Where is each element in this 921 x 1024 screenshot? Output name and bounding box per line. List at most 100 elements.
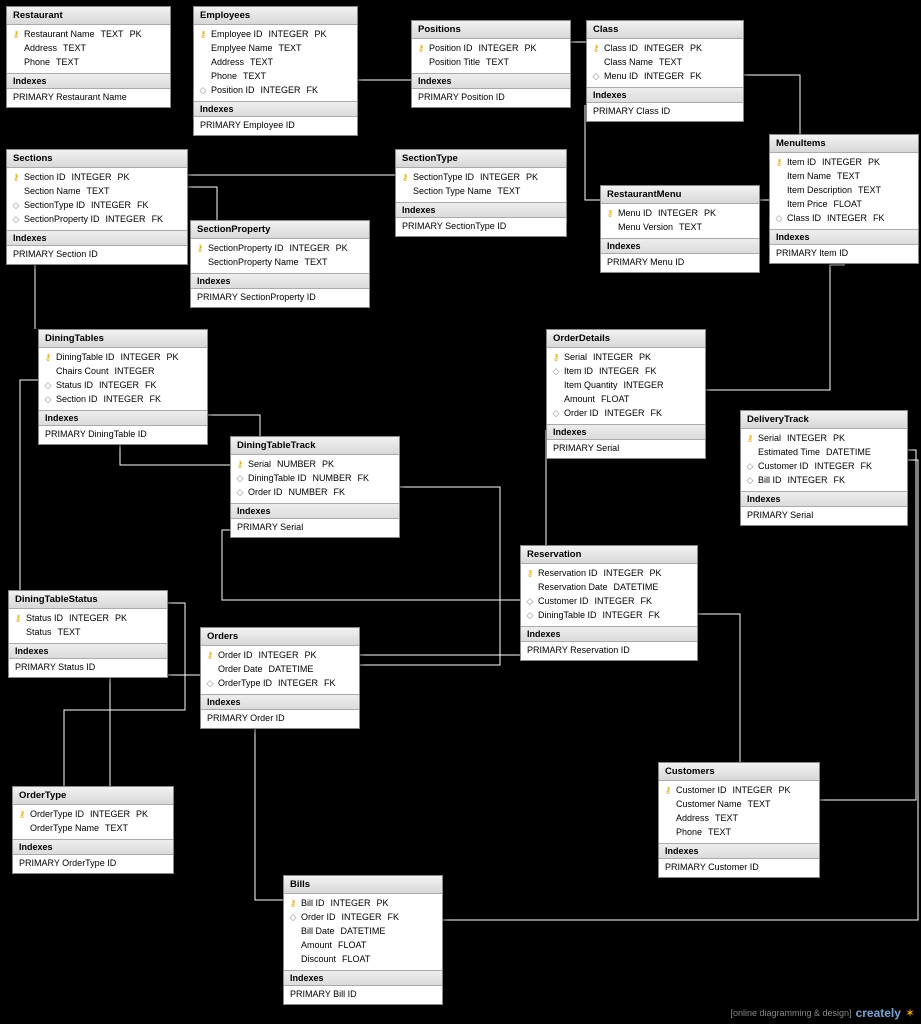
entity-title[interactable]: DeliveryTrack [741, 411, 907, 429]
column-row: PhoneTEXT [659, 825, 819, 839]
column-row: AmountFLOAT [547, 392, 705, 406]
indexes-header: Indexes [191, 274, 369, 289]
column-list: ⚷SerialNUMBERPK◇DiningTable IDNUMBERFK◇O… [231, 455, 399, 503]
foreign-key-icon: ◇ [525, 609, 535, 621]
entity-diningtablestatus[interactable]: DiningTableStatus⚷Status IDINTEGERPKStat… [8, 590, 168, 678]
entity-title[interactable]: MenuItems [770, 135, 918, 153]
entity-title[interactable]: Restaurant [7, 7, 170, 25]
key-icon: ⚷ [605, 207, 615, 219]
entity-diningtabletrack[interactable]: DiningTableTrack⚷SerialNUMBERPK◇DiningTa… [230, 436, 400, 538]
entity-title[interactable]: Sections [7, 150, 187, 168]
entity-title[interactable]: DiningTableTrack [231, 437, 399, 455]
column-type: TEXT [58, 626, 81, 638]
column-name: Item Description [787, 184, 852, 196]
spark-icon: ✶ [905, 1006, 915, 1020]
index-row: PRIMARY SectionProperty ID [191, 289, 369, 307]
column-name: Estimated Time [758, 446, 820, 458]
column-name: Menu ID [604, 70, 638, 82]
index-row: PRIMARY DiningTable ID [39, 426, 207, 444]
column-type: INTEGER [822, 156, 862, 168]
indexes-header: Indexes [412, 74, 570, 89]
entity-title[interactable]: OrderType [13, 787, 173, 805]
column-row: AddressTEXT [7, 41, 170, 55]
column-name: Item ID [564, 365, 593, 377]
index-row: PRIMARY Bill ID [284, 986, 442, 1004]
column-row: ⚷Customer IDINTEGERPK [659, 783, 819, 797]
column-extra: PK [167, 351, 179, 363]
entity-positions[interactable]: Positions⚷Position IDINTEGERPKPosition T… [411, 20, 571, 108]
index-row: PRIMARY Position ID [412, 89, 570, 107]
column-name: Serial [564, 351, 587, 363]
entity-title[interactable]: Bills [284, 876, 442, 894]
column-row: Item QuantityINTEGER [547, 378, 705, 392]
indexes-header: Indexes [284, 971, 442, 986]
column-extra: FK [307, 84, 319, 96]
entity-sections[interactable]: Sections⚷Section IDINTEGERPKSection Name… [6, 149, 188, 265]
foreign-key-icon: ◇ [525, 595, 535, 607]
column-type: INTEGER [815, 460, 855, 472]
index-row: PRIMARY Reservation ID [521, 642, 697, 660]
column-name: Phone [211, 70, 237, 82]
entity-class[interactable]: Class⚷Class IDINTEGERPKClass NameTEXT◇Me… [586, 20, 744, 122]
entity-menuitems[interactable]: MenuItems⚷Item IDINTEGERPKItem NameTEXTI… [769, 134, 919, 264]
entity-ordertype[interactable]: OrderType⚷OrderType IDINTEGERPKOrderType… [12, 786, 174, 874]
entity-title[interactable]: Employees [194, 7, 357, 25]
indexes-header: Indexes [601, 239, 759, 254]
column-name: Address [211, 56, 244, 68]
index-row: PRIMARY Serial [741, 507, 907, 525]
entity-employees[interactable]: Employees⚷Employee IDINTEGERPKEmplyee Na… [193, 6, 358, 136]
column-type: TEXT [87, 185, 110, 197]
entity-title[interactable]: DiningTables [39, 330, 207, 348]
column-row: Menu VersionTEXT [601, 220, 759, 234]
entity-sectiontype[interactable]: SectionType⚷SectionType IDINTEGERPKSecti… [395, 149, 567, 237]
column-type: INTEGER [99, 379, 139, 391]
entity-orderdetails[interactable]: OrderDetails⚷SerialINTEGERPK◇Item IDINTE… [546, 329, 706, 459]
column-name: Order Date [218, 663, 263, 675]
entity-title[interactable]: SectionProperty [191, 221, 369, 239]
index-row: PRIMARY Serial [231, 519, 399, 537]
column-extra: PK [779, 784, 791, 796]
entity-diningtables[interactable]: DiningTables⚷DiningTable IDINTEGERPKChai… [38, 329, 208, 445]
entity-restaurantmenu[interactable]: RestaurantMenu⚷Menu IDINTEGERPKMenu Vers… [600, 185, 760, 273]
column-row: PhoneTEXT [7, 55, 170, 69]
entity-sectionproperty[interactable]: SectionProperty⚷SectionProperty IDINTEGE… [190, 220, 370, 308]
column-type: INTEGER [342, 911, 382, 923]
column-row: ⚷DiningTable IDINTEGERPK [39, 350, 207, 364]
indexes-header: Indexes [7, 74, 170, 89]
entity-title[interactable]: Orders [201, 628, 359, 646]
column-list: ⚷Menu IDINTEGERPKMenu VersionTEXT [601, 204, 759, 238]
indexes-header: Indexes [9, 644, 167, 659]
column-extra: FK [145, 379, 157, 391]
entity-title[interactable]: DiningTableStatus [9, 591, 167, 609]
entity-title[interactable]: Class [587, 21, 743, 39]
column-name: Item Quantity [564, 379, 618, 391]
foreign-key-icon: ◇ [198, 84, 208, 96]
indexes-header: Indexes [587, 88, 743, 103]
column-name: Position ID [211, 84, 255, 96]
column-row: Item DescriptionTEXT [770, 183, 918, 197]
column-extra: FK [649, 609, 661, 621]
entity-title[interactable]: Customers [659, 763, 819, 781]
entity-bills[interactable]: Bills⚷Bill IDINTEGERPK◇Order IDINTEGERFK… [283, 875, 443, 1005]
entity-title[interactable]: SectionType [396, 150, 566, 168]
column-name: SectionProperty Name [208, 256, 299, 268]
entity-deliverytrack[interactable]: DeliveryTrack⚷SerialINTEGERPKEstimated T… [740, 410, 908, 526]
column-row: ◇Order IDINTEGERFK [284, 910, 442, 924]
column-name: SectionProperty ID [24, 213, 100, 225]
index-row: PRIMARY OrderType ID [13, 855, 173, 873]
entity-restaurant[interactable]: Restaurant⚷Restaurant NameTEXTPKAddressT… [6, 6, 171, 108]
entity-reservation[interactable]: Reservation⚷Reservation IDINTEGERPKReser… [520, 545, 698, 661]
column-name: Status ID [56, 379, 93, 391]
column-type: INTEGER [90, 808, 130, 820]
entity-title[interactable]: Positions [412, 21, 570, 39]
entity-title[interactable]: OrderDetails [547, 330, 705, 348]
key-icon: ⚷ [13, 612, 23, 624]
entity-title[interactable]: Reservation [521, 546, 697, 564]
column-extra: PK [639, 351, 651, 363]
entity-title[interactable]: RestaurantMenu [601, 186, 759, 204]
column-extra: FK [690, 70, 702, 82]
column-type: INTEGER [595, 595, 635, 607]
entity-customers[interactable]: Customers⚷Customer IDINTEGERPKCustomer N… [658, 762, 820, 878]
column-list: ⚷Position IDINTEGERPKPosition TitleTEXT [412, 39, 570, 73]
entity-orders[interactable]: Orders⚷Order IDINTEGERPKOrder DateDATETI… [200, 627, 360, 729]
